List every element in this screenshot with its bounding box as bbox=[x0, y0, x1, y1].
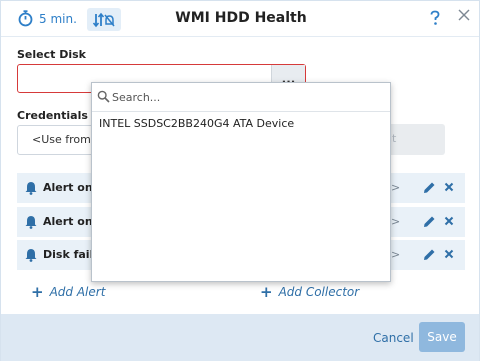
bell-icon bbox=[25, 216, 37, 229]
credentials-label: Credentials bbox=[17, 109, 88, 122]
search-icon bbox=[97, 90, 110, 103]
delete-icon[interactable] bbox=[444, 249, 454, 259]
cancel-button[interactable]: Cancel bbox=[373, 331, 414, 345]
bell-icon bbox=[25, 249, 37, 262]
add-collector-link[interactable]: + Add Collector bbox=[260, 283, 359, 301]
pencil-icon[interactable] bbox=[422, 248, 436, 262]
add-alert-label: Add Alert bbox=[49, 285, 106, 299]
chevron-right-icon: > bbox=[391, 215, 401, 228]
select-disk-label: Select Disk bbox=[17, 48, 86, 61]
close-icon[interactable] bbox=[457, 8, 471, 25]
disk-dropdown: Search... INTEL SSDSC2BB240G4 ATA Device bbox=[91, 82, 391, 282]
pencil-icon[interactable] bbox=[422, 181, 436, 195]
dialog: 5 min. WMI HDD Health Select Disk ... Cr… bbox=[0, 0, 480, 361]
pencil-icon[interactable] bbox=[422, 215, 436, 229]
dropdown-option[interactable]: INTEL SSDSC2BB240G4 ATA Device bbox=[99, 117, 294, 130]
chevron-right-icon: > bbox=[391, 181, 401, 194]
add-collector-label: Add Collector bbox=[278, 285, 360, 299]
plus-icon: + bbox=[31, 283, 44, 301]
add-alert-link[interactable]: + Add Alert bbox=[31, 283, 105, 301]
save-button[interactable]: Save bbox=[419, 322, 465, 352]
plus-icon: + bbox=[260, 283, 273, 301]
help-icon[interactable] bbox=[429, 10, 441, 29]
search-placeholder: Search... bbox=[112, 91, 161, 104]
dialog-footer: Cancel Save bbox=[1, 314, 479, 361]
dialog-title: WMI HDD Health bbox=[175, 10, 307, 26]
dialog-header: 5 min. WMI HDD Health bbox=[1, 1, 479, 37]
delete-icon[interactable] bbox=[444, 182, 454, 192]
bell-icon bbox=[25, 182, 37, 195]
delete-icon[interactable] bbox=[444, 216, 454, 226]
chevron-right-icon: > bbox=[391, 248, 401, 261]
dropdown-search-input[interactable]: Search... bbox=[92, 83, 390, 112]
